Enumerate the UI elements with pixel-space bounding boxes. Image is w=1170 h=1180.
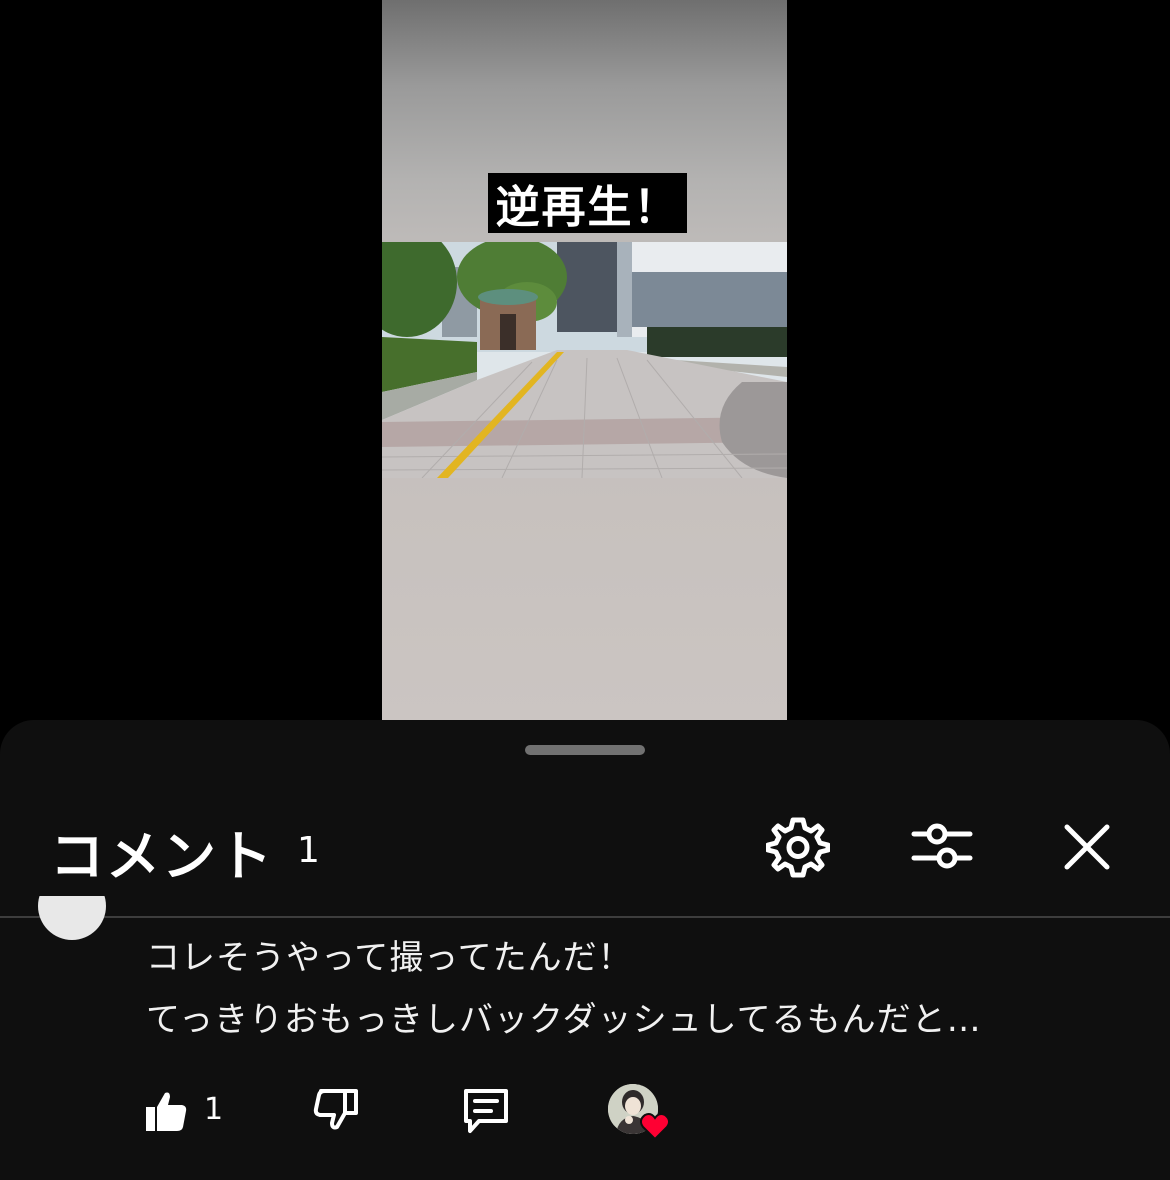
sliders-icon (911, 823, 973, 869)
reply-icon (464, 1089, 508, 1133)
comments-title: コメント (50, 825, 274, 888)
creator-heart[interactable] (639, 1112, 671, 1144)
dislike-button[interactable] (312, 1086, 360, 1134)
close-button[interactable] (1058, 818, 1116, 876)
video-caption-text: 逆再生！ (495, 182, 680, 233)
filter-button[interactable] (908, 814, 976, 878)
street-scene-image (382, 242, 787, 478)
heart-icon (639, 1113, 671, 1141)
comments-count: 1 (297, 830, 320, 871)
commenter-avatar[interactable] (38, 896, 106, 940)
close-icon (1064, 824, 1110, 870)
comment-text-line2: てっきりおもっきしバックダッシュしてるもんだと… (146, 1000, 982, 1040)
video-frame-image (382, 242, 787, 478)
gear-icon (766, 817, 830, 878)
comment-text-line1: コレそうやって撮ってたんだ！ (146, 938, 633, 978)
thumbs-up-icon (146, 1092, 187, 1131)
video-caption: 逆再生！ (488, 173, 687, 233)
reply-button[interactable] (460, 1086, 512, 1136)
like-button[interactable] (142, 1086, 190, 1134)
drag-handle[interactable] (525, 745, 645, 755)
header-divider (0, 916, 1170, 918)
like-count: 1 (204, 1092, 224, 1127)
thumbs-down-icon (313, 1089, 358, 1130)
settings-button[interactable] (764, 812, 832, 880)
